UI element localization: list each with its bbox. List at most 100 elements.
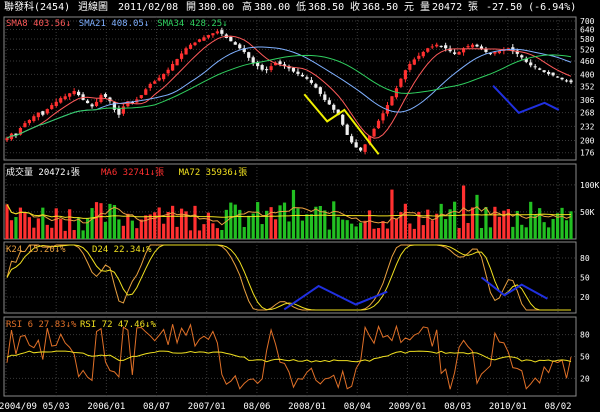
candle-body [291, 67, 296, 72]
candle-body [215, 31, 219, 34]
volume-bar [157, 207, 161, 239]
candle-body [318, 87, 322, 94]
volume-bar [224, 209, 228, 239]
x-tick-label: 2007/01 [188, 402, 226, 412]
candle-body [148, 83, 152, 88]
candle-body [341, 114, 345, 125]
volume-bar [90, 208, 94, 239]
candle-body [408, 63, 412, 70]
volume-bar [32, 227, 36, 239]
kd-legend-k24: K24 15.20↓% [6, 245, 66, 255]
kd-y-tick: 50 [580, 274, 590, 283]
header-open: 380.00 [198, 2, 234, 13]
volume-bar [72, 230, 76, 239]
x-tick-label: 2004/09 [0, 402, 37, 412]
volume-bar [542, 222, 546, 239]
candle-body [305, 77, 309, 79]
volume-bar [256, 202, 260, 239]
volume-bar [309, 214, 313, 239]
candle-body [117, 108, 121, 115]
volume-bar [282, 202, 287, 239]
candle-body [453, 52, 457, 54]
volume-bar [466, 222, 470, 239]
candle-body [5, 138, 9, 141]
volume-bar [233, 204, 237, 239]
price-y-tick: 400 [580, 70, 595, 79]
candle-body [50, 105, 54, 109]
volume-bar [193, 205, 197, 239]
volume-bar [439, 203, 443, 239]
header-low-label: 低 [296, 0, 306, 13]
kd-annotation-right [481, 276, 548, 300]
volume-bar [453, 201, 457, 239]
candle-body [323, 94, 327, 100]
volume-bar [211, 223, 215, 239]
candle-body [332, 104, 336, 110]
candle-body [144, 89, 148, 95]
x-tick-label: 2009/01 [388, 402, 426, 412]
candle-body [269, 66, 273, 71]
candle-body [184, 48, 188, 55]
price-y-tick: 176 [580, 149, 595, 158]
volume-bar [475, 194, 479, 239]
volume-bar [121, 225, 125, 239]
volume-bar [376, 228, 381, 239]
candle-body [363, 144, 367, 152]
volume-bar [99, 203, 103, 239]
candle-body [564, 80, 569, 82]
volume-bar [470, 207, 475, 239]
candle-body [175, 58, 179, 66]
volume-bar [54, 208, 58, 239]
volume-bar [291, 189, 296, 239]
volume-bar [569, 211, 573, 239]
volume-bar [103, 221, 108, 239]
candle-body [27, 119, 31, 124]
kd-legend-d24: D24 22.34↓% [92, 245, 152, 255]
header-open-label: 開 [186, 1, 196, 13]
x-tick-label: 08/02 [544, 402, 571, 412]
volume-bar [300, 220, 305, 239]
kd-y-tick: 80 [580, 254, 590, 263]
candle-body [202, 37, 206, 41]
rsi-y-tick: 20 [580, 374, 590, 383]
volume-bar [314, 206, 318, 239]
volume-bar [197, 230, 202, 239]
volume-bar [278, 205, 282, 239]
candle-body [77, 91, 81, 96]
volume-bar [547, 227, 551, 239]
volume-legend-成交量: 成交量 20472↓張 [6, 166, 80, 178]
candle-body [211, 33, 215, 36]
volume-legend-ma6: MA6 32741↓張 [101, 167, 164, 178]
candle-body [529, 62, 533, 66]
volume-bar [36, 218, 40, 239]
candle-body [439, 45, 443, 47]
candle-body [103, 94, 108, 97]
candle-body [547, 72, 551, 74]
volume-bar [179, 208, 184, 239]
price-y-tick: 306 [580, 96, 595, 105]
volume-bar [359, 222, 363, 239]
volume-bar [354, 226, 358, 239]
volume-bar [220, 229, 224, 239]
volume-bar [9, 220, 14, 239]
ma-legend-sma34: SMA34 428.25↓ [157, 19, 227, 29]
volume-bar [63, 230, 67, 239]
candle-body [54, 101, 58, 107]
candle-body [41, 111, 45, 115]
rsi-legend-rsi72: RSI 72 47.46↓% [80, 320, 156, 330]
volume-bar [242, 227, 246, 239]
candle-body [68, 93, 72, 97]
candle-body [94, 101, 99, 106]
volume-bar [394, 218, 399, 239]
volume-bar [251, 213, 255, 239]
volume-bar [117, 219, 121, 239]
volume-bar [215, 228, 219, 239]
candle-body [390, 96, 394, 106]
ma-legend-sma8: SMA8 403.56↓ [6, 19, 71, 29]
candle-body [251, 57, 255, 63]
volume-bar [296, 208, 300, 239]
volume-bar [81, 230, 85, 239]
volume-bar [520, 224, 524, 239]
volume-bar [59, 219, 63, 239]
volume-bar [260, 224, 264, 239]
